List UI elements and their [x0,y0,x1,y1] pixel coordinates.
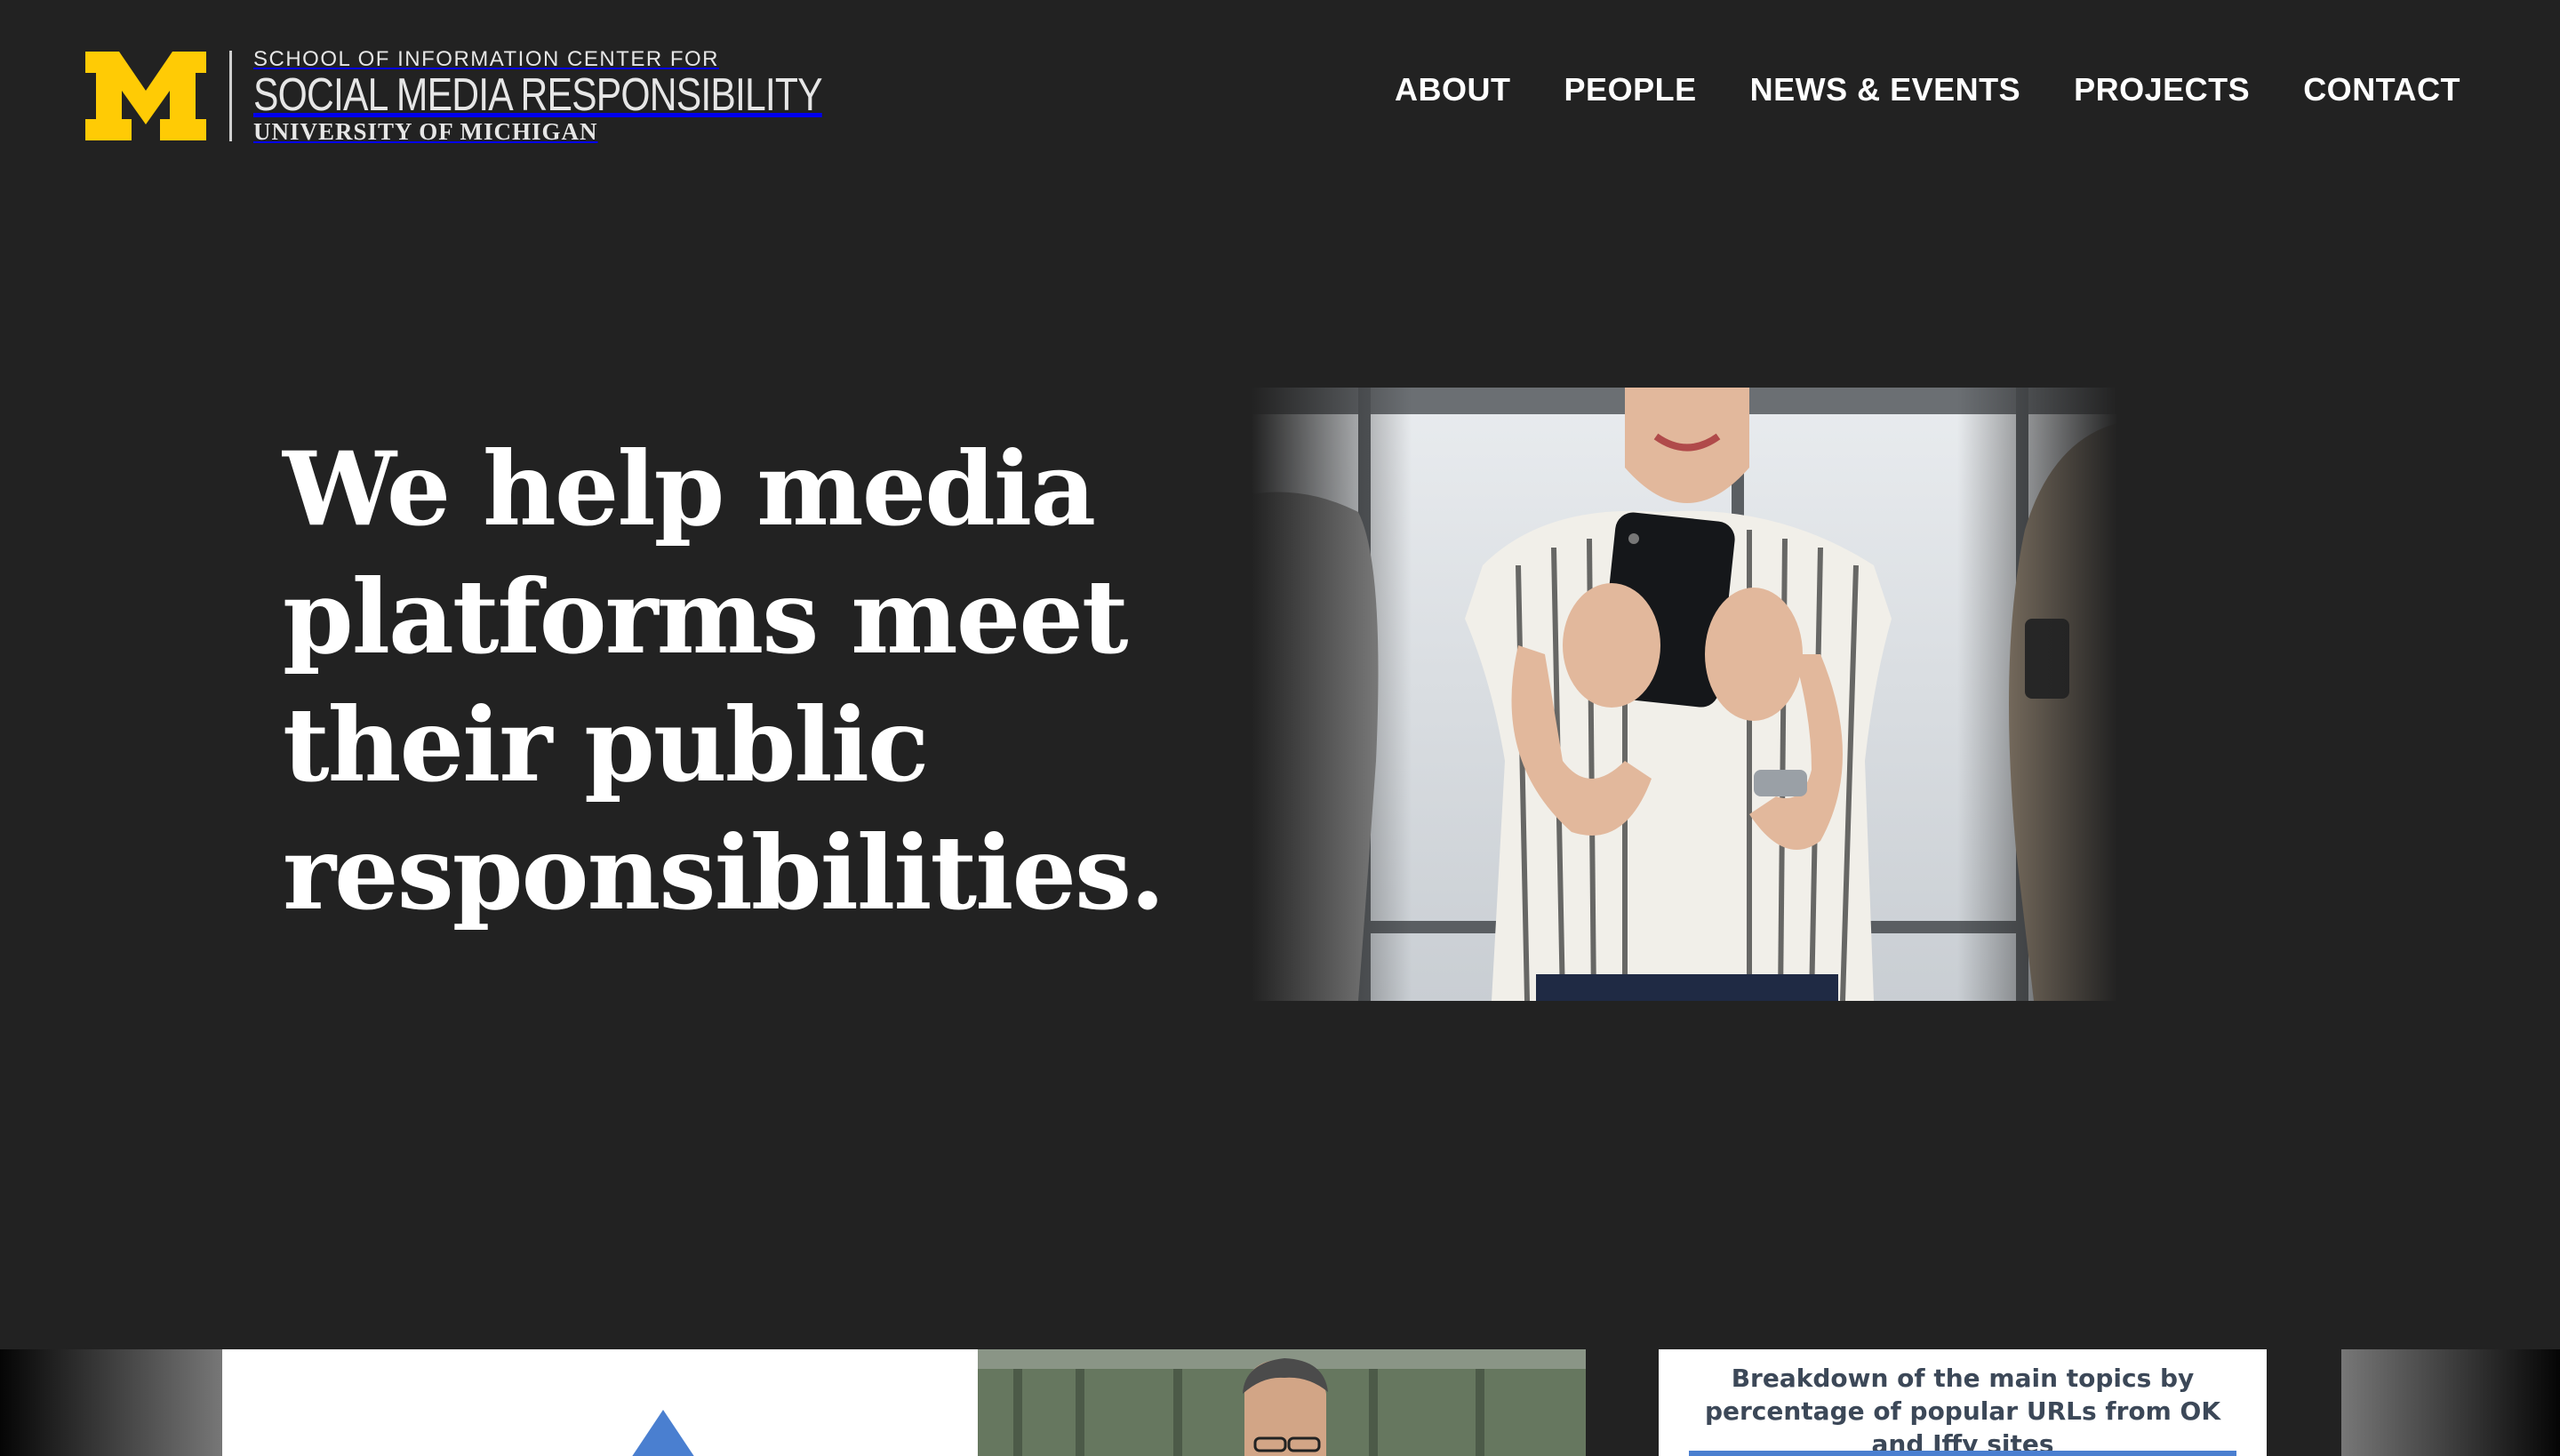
main-nav: ABOUT PEOPLE NEWS & EVENTS PROJECTS CONT… [1395,71,2460,108]
nav-about[interactable]: ABOUT [1395,71,1511,108]
logo-divider [229,51,232,141]
carousel-card-chart[interactable]: Breakdown of the main topics by percenta… [1659,1349,2267,1456]
hero-image [1252,388,2117,1001]
nav-news-events[interactable]: NEWS & EVENTS [1750,71,2021,108]
nav-projects[interactable]: PROJECTS [2074,71,2250,108]
logo-wordmark: SCHOOL OF INFORMATION CENTER FOR SOCIAL … [253,47,947,145]
carousel-card-next[interactable] [2341,1349,2560,1456]
carousel-card-logo[interactable] [222,1349,980,1456]
logo-school-line: SCHOOL OF INFORMATION CENTER FOR [253,47,720,71]
chart-card-bar [1689,1451,2236,1456]
hero-headline: We help media platforms meet their publi… [283,429,1165,932]
nav-contact[interactable]: CONTACT [2303,71,2460,108]
site-logo[interactable]: SCHOOL OF INFORMATION CENTER FOR SOCIAL … [85,48,947,144]
carousel-card-person[interactable] [978,1349,1586,1456]
block-m-icon [85,52,206,140]
carousel-card-prev[interactable] [0,1349,222,1456]
chart-card-title: Breakdown of the main topics by percenta… [1704,1364,2221,1456]
triangle-logo-icon [632,1410,694,1456]
nav-people[interactable]: PEOPLE [1564,71,1697,108]
logo-center-name: SOCIAL MEDIA RESPONSIBILITY [253,69,823,121]
logo-university-line: UNIVERSITY OF MICHIGAN [253,118,598,145]
page: SCHOOL OF INFORMATION CENTER FOR SOCIAL … [0,0,2560,1456]
person-photo [978,1349,1586,1456]
